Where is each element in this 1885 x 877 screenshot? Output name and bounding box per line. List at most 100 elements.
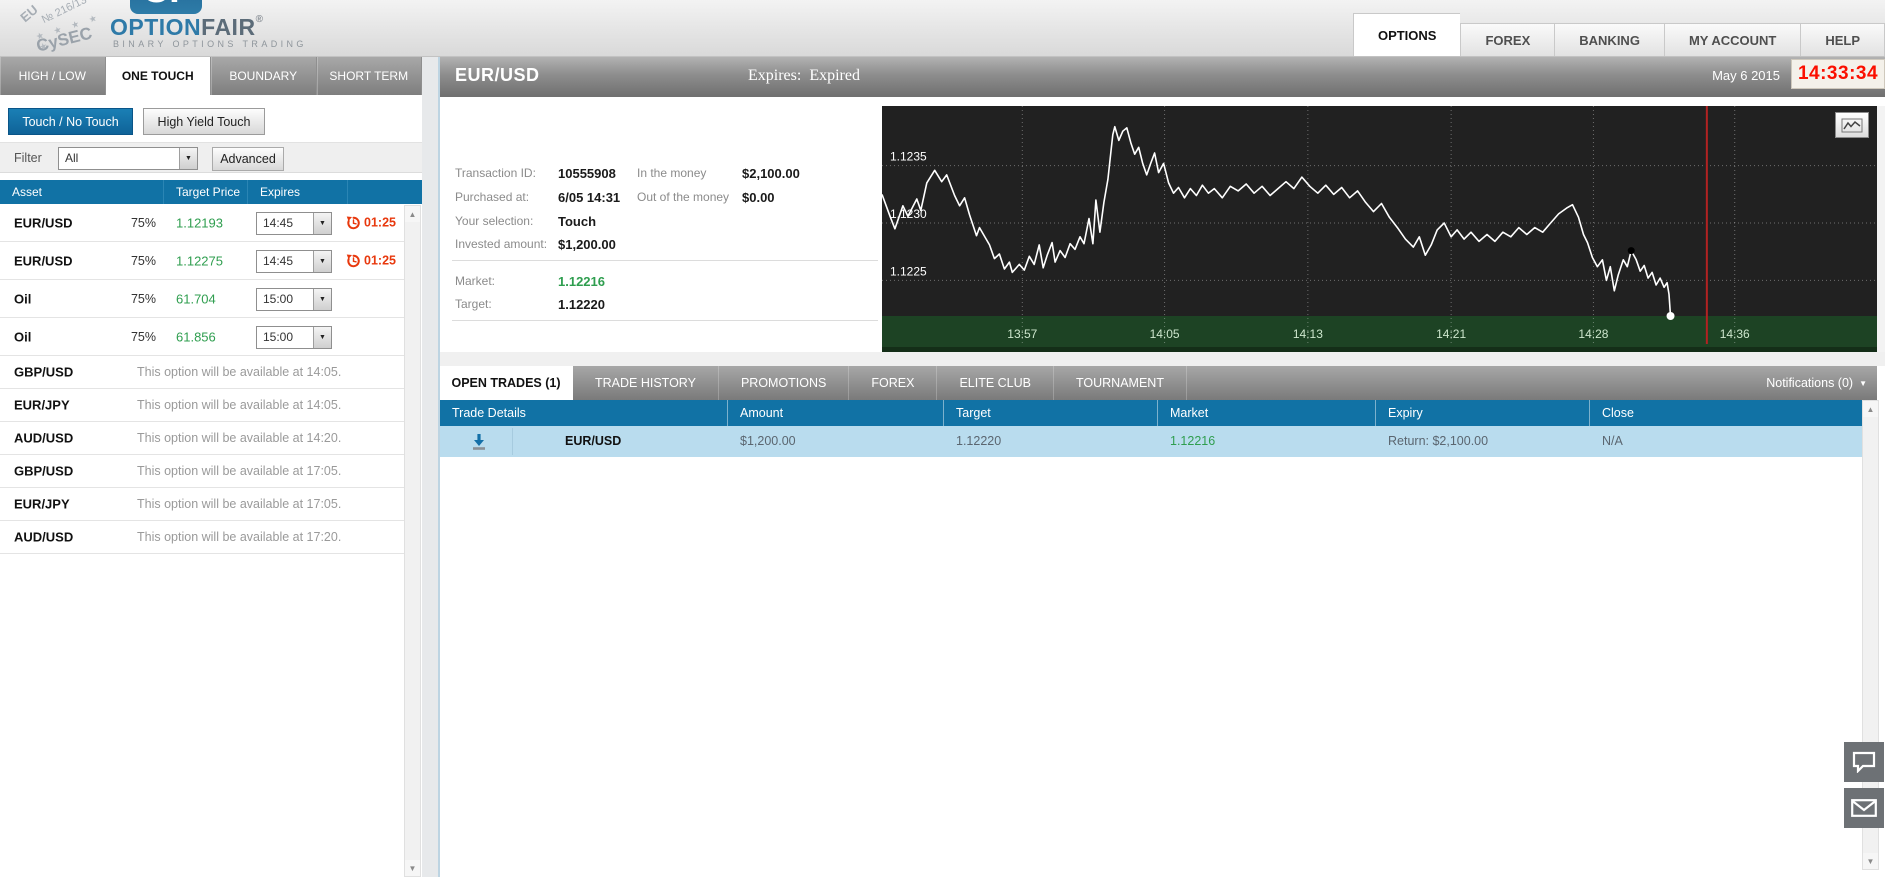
nav-tab-help[interactable]: HELP: [1800, 23, 1885, 56]
asset-row-unavailable-aud-usd-5[interactable]: AUD/USD This option will be available at …: [0, 521, 404, 554]
asset-header-expires: Expires: [248, 180, 348, 204]
filter-select[interactable]: All ▼: [58, 147, 198, 170]
email-button[interactable]: [1844, 788, 1884, 828]
asset-header-asset: Asset: [0, 180, 164, 204]
main-nav: OPTIONS FOREX BANKING MY ACCOUNT HELP: [1352, 13, 1885, 56]
availability-message: This option will be available at 17:05.: [137, 497, 342, 511]
expiry-select[interactable]: 14:45 ▼: [256, 212, 332, 235]
countdown-value: 01:25: [364, 215, 396, 230]
asset-name: AUD/USD: [14, 529, 74, 545]
in-the-money-label: In the money: [637, 166, 707, 180]
cysec-eu-label: EU: [17, 1, 41, 26]
selection-label: Your selection:: [455, 214, 534, 228]
asset-row-unavailable-gbp-usd-0[interactable]: GBP/USD This option will be available at …: [0, 356, 404, 389]
expiry-select[interactable]: 14:45 ▼: [256, 250, 332, 273]
scroll-up-icon[interactable]: ▲: [1863, 401, 1878, 417]
divider: [512, 428, 513, 455]
invested-value: $1,200.00: [558, 237, 616, 252]
trade-expiry: Return: $2,100.00: [1388, 434, 1489, 448]
availability-message: This option will be available at 14:05.: [137, 398, 342, 412]
high-yield-touch-button[interactable]: High Yield Touch: [143, 108, 265, 135]
asset-row-oil-3[interactable]: Oil 75% 61.856 15:00 ▼: [0, 318, 404, 356]
asset-row-unavailable-eur-jpy-1[interactable]: EUR/JPY This option will be available at …: [0, 389, 404, 422]
bottom-tab-tournament[interactable]: TOURNAMENT: [1054, 366, 1187, 400]
cysec-badge: EU № 216/13 ★ ★ ★ ★ ★ CySEC: [17, 0, 113, 56]
scroll-down-icon[interactable]: ▼: [1863, 853, 1878, 869]
asset-name: GBP/USD: [14, 463, 74, 479]
filter-label: Filter: [14, 151, 42, 165]
tab-high-low[interactable]: HIGH / LOW: [0, 57, 106, 95]
touch-mode-row: Touch / No Touch High Yield Touch: [0, 108, 422, 135]
asset-target-price: 61.856: [176, 329, 216, 344]
download-icon[interactable]: [470, 432, 488, 463]
trade-asset: EUR/USD: [565, 434, 622, 448]
countdown-clock-icon: [346, 215, 360, 229]
sidebar-scrollbar[interactable]: ▲ ▼: [404, 205, 421, 877]
market-label: Market:: [455, 274, 496, 288]
tab-short-term[interactable]: SHORT TERM: [316, 57, 422, 95]
asset-row-unavailable-gbp-usd-3[interactable]: GBP/USD This option will be available at …: [0, 455, 404, 488]
out-of-money-label: Out of the money: [637, 190, 730, 204]
option-type-tabs: HIGH / LOW ONE TOUCH BOUNDARY SHORT TERM: [0, 57, 422, 95]
chevron-down-icon[interactable]: ▼: [313, 289, 331, 310]
asset-row-unavailable-aud-usd-2[interactable]: AUD/USD This option will be available at …: [0, 422, 404, 455]
expiry-select[interactable]: 15:00 ▼: [256, 326, 332, 349]
trades-header-market: Market: [1158, 400, 1376, 426]
asset-payout: 75%: [130, 329, 156, 344]
nav-tab-options[interactable]: OPTIONS: [1352, 13, 1461, 56]
bottom-tab-open-trades-1[interactable]: OPEN TRADES (1): [440, 366, 573, 400]
invested-label: Invested amount:: [455, 237, 548, 251]
chart-right-gutter: [1877, 106, 1885, 352]
advanced-button[interactable]: Advanced: [212, 147, 284, 171]
asset-table-header: Asset Target Price Expires: [0, 180, 422, 204]
nav-tab-my-account[interactable]: MY ACCOUNT: [1663, 23, 1801, 56]
asset-row-oil-2[interactable]: Oil 75% 61.704 15:00 ▼: [0, 280, 404, 318]
expiry-select[interactable]: 15:00 ▼: [256, 288, 332, 311]
target-value: 1.12220: [558, 297, 605, 312]
notifications-toggle[interactable]: Notifications (0) ▼: [1766, 366, 1867, 400]
bottom-tab-promotions[interactable]: PROMOTIONS: [719, 366, 850, 400]
y-axis-tick: 1.1225: [890, 264, 927, 278]
x-axis-tick: 14:36: [1720, 327, 1750, 341]
asset-name: Oil: [14, 329, 32, 344]
availability-message: This option will be available at 17:20.: [137, 530, 342, 544]
asset-payout: 75%: [130, 253, 156, 268]
open-trade-row-eur-usd[interactable]: EUR/USD $1,200.00 1.12220 1.12216 Return: $2…: [440, 426, 1862, 457]
nav-tab-banking[interactable]: BANKING: [1554, 23, 1664, 56]
last-price-marker: [1666, 312, 1675, 320]
asset-row-eur-usd-1[interactable]: EUR/USD 75% 1.12275 14:45 ▼ 01:25: [0, 242, 404, 280]
main-area: EUR/USD Expires: Expired May 6 2015 14:3…: [440, 57, 1885, 877]
chevron-down-icon[interactable]: ▼: [313, 251, 331, 272]
live-chat-button[interactable]: [1844, 742, 1884, 782]
scroll-up-icon[interactable]: ▲: [405, 206, 420, 222]
touch-no-touch-button[interactable]: Touch / No Touch: [8, 108, 133, 135]
asset-row-unavailable-eur-jpy-4[interactable]: EUR/JPY This option will be available at …: [0, 488, 404, 521]
asset-row-eur-usd-0[interactable]: EUR/USD 75% 1.12193 14:45 ▼ 01:25: [0, 204, 404, 242]
bottom-tab-elite-club[interactable]: ELITE CLUB: [937, 366, 1054, 400]
trade-details-cell: EUR/USD: [440, 426, 728, 457]
asset-payout: 75%: [130, 291, 156, 306]
trades-header-close: Close: [1602, 406, 1634, 420]
line-chart-icon: [1841, 118, 1863, 132]
nav-tab-forex[interactable]: FOREX: [1460, 23, 1555, 56]
chevron-down-icon[interactable]: ▼: [179, 148, 197, 169]
scroll-down-icon[interactable]: ▼: [405, 860, 420, 876]
chart-type-button[interactable]: [1835, 112, 1869, 138]
bottom-tab-trade-history[interactable]: TRADE HISTORY: [573, 366, 719, 400]
x-axis-tick: 14:21: [1436, 327, 1466, 341]
tab-boundary[interactable]: BOUNDARY: [211, 57, 317, 95]
availability-message: This option will be available at 14:05.: [137, 365, 342, 379]
asset-name: EUR/JPY: [14, 397, 70, 413]
asset-name: Oil: [14, 291, 32, 306]
expiry-countdown: 01:25: [346, 215, 396, 230]
trade-market: 1.12216: [1170, 434, 1216, 448]
trade-amount: $1,200.00: [740, 434, 796, 448]
filter-select-value: All: [65, 151, 79, 165]
countdown-value: 01:25: [364, 253, 396, 268]
chevron-down-icon[interactable]: ▼: [313, 327, 331, 348]
separator: [452, 320, 878, 321]
tab-one-touch[interactable]: ONE TOUCH: [105, 57, 211, 95]
bottom-tab-forex[interactable]: FOREX: [849, 366, 938, 400]
chevron-down-icon[interactable]: ▼: [313, 213, 331, 234]
x-axis-tick: 14:05: [1150, 327, 1180, 341]
